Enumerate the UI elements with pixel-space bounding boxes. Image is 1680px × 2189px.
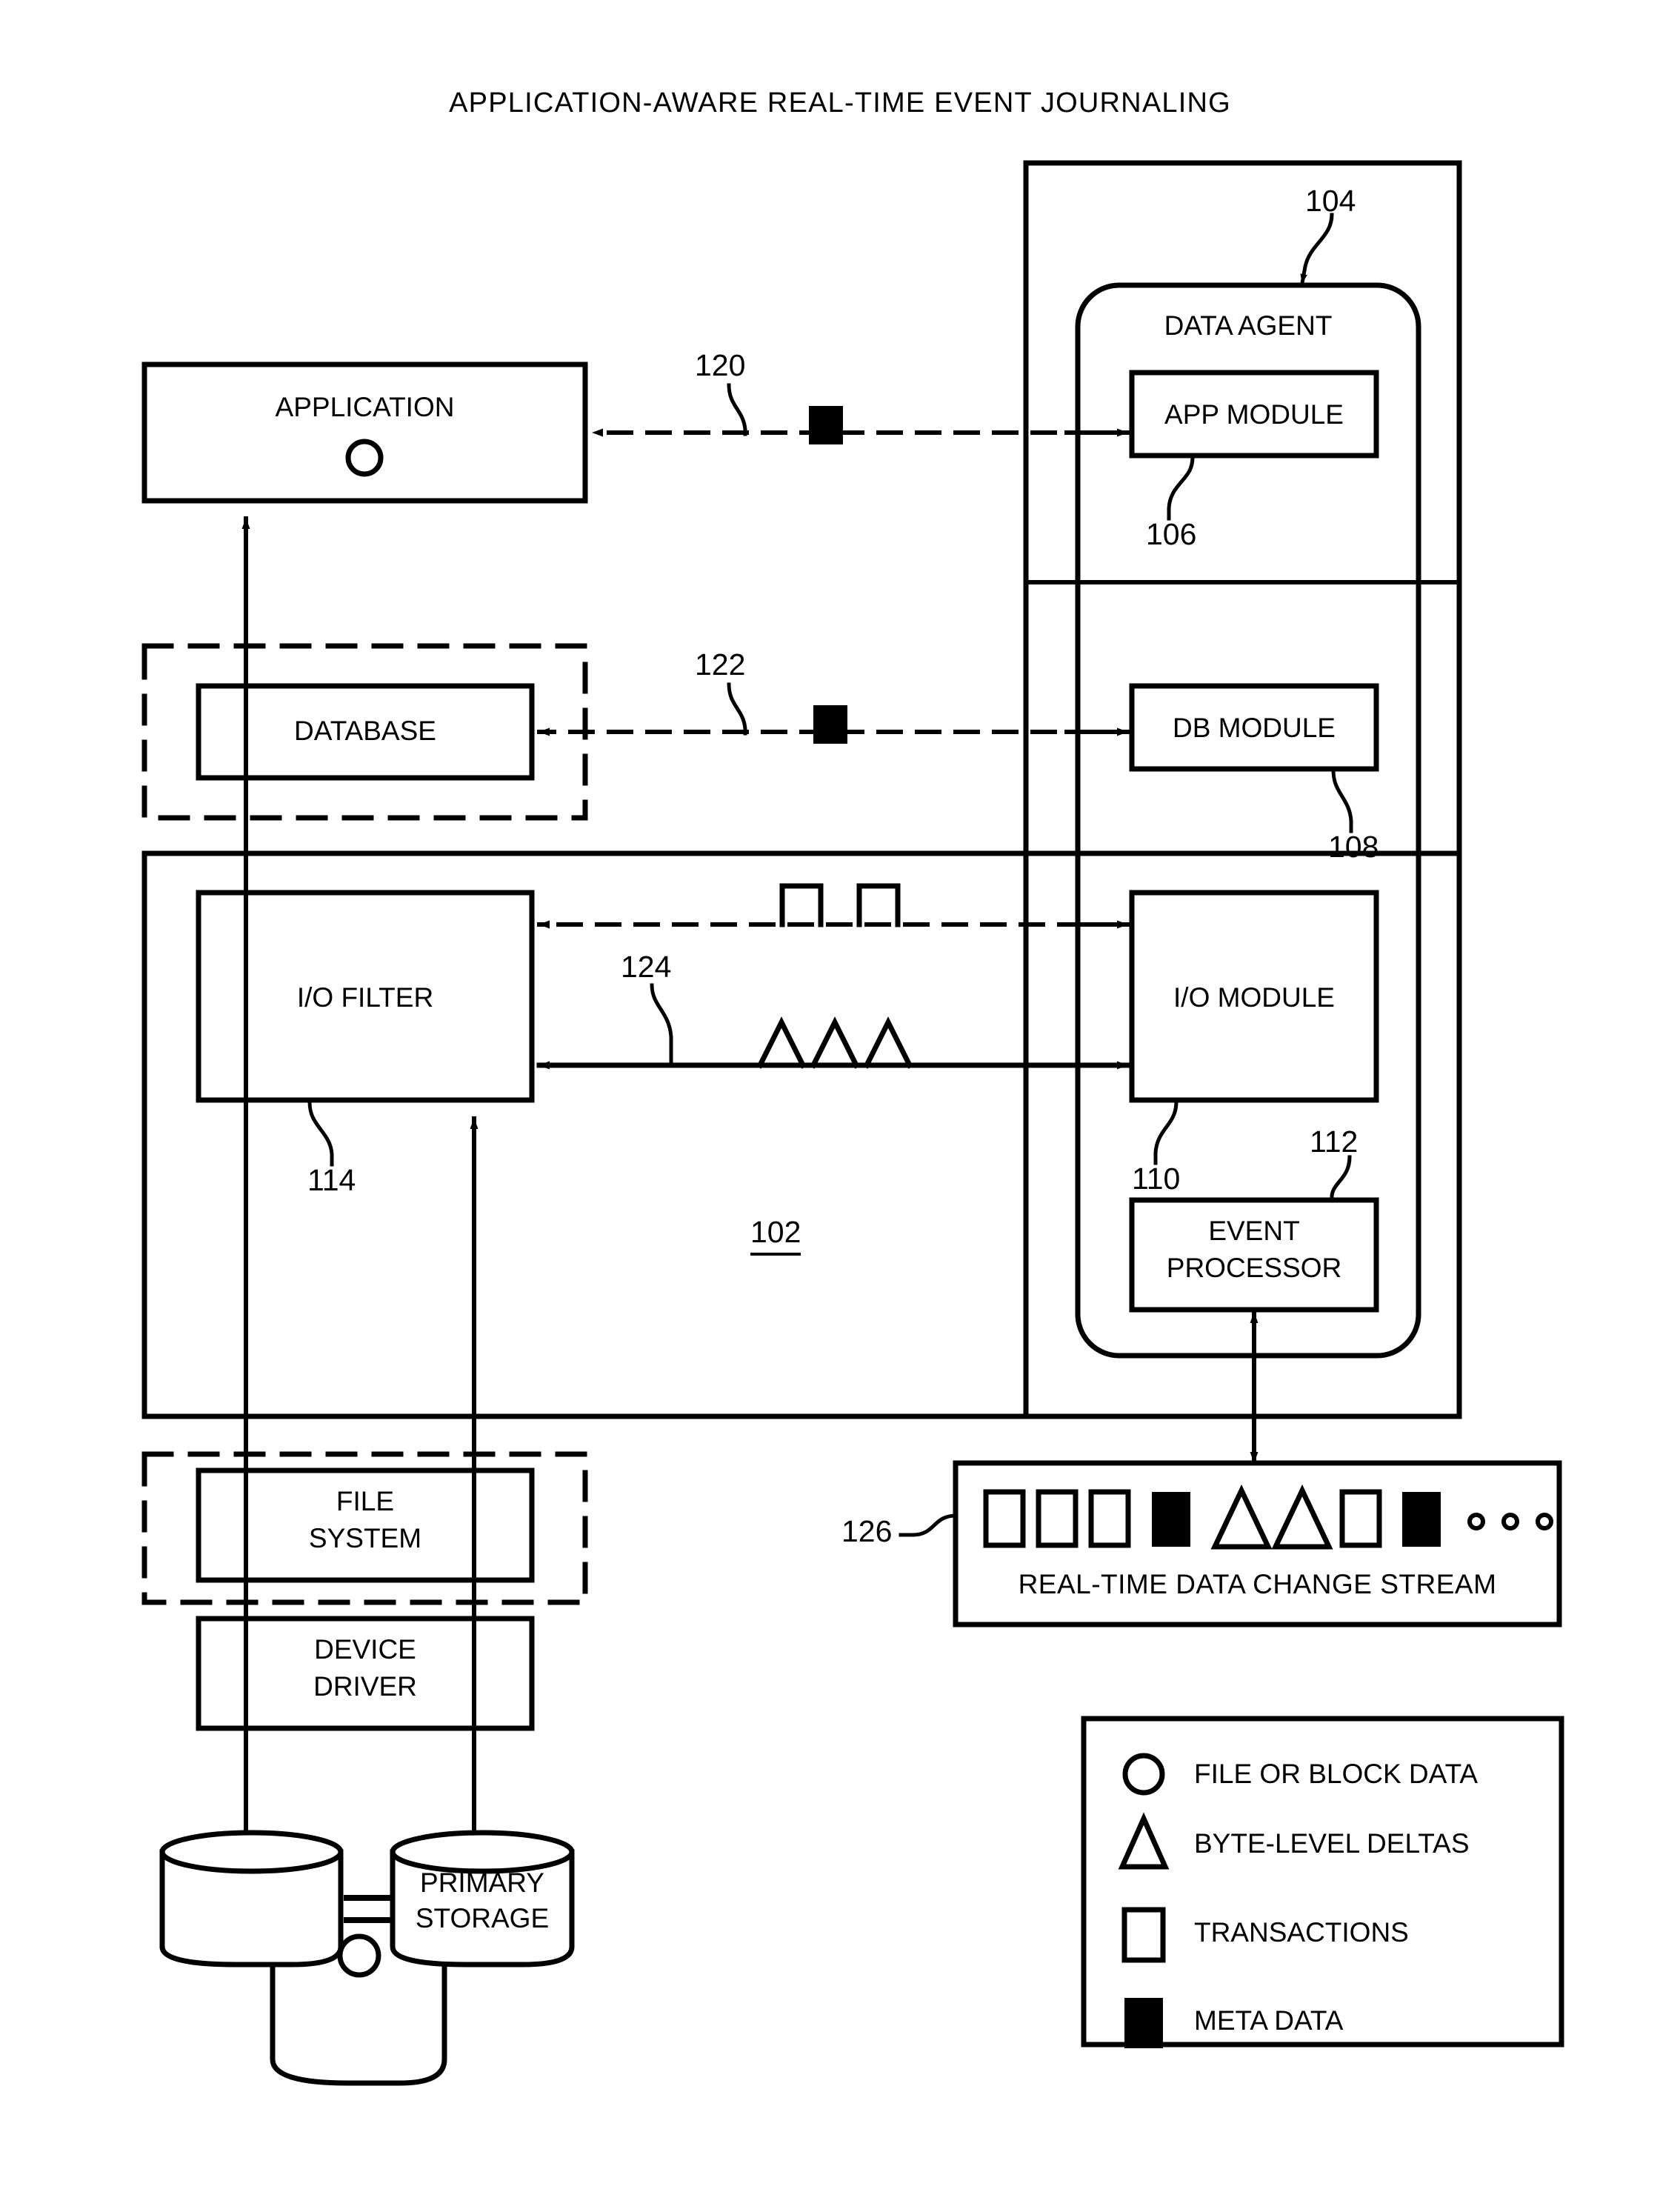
delta-triangle-2	[810, 1016, 860, 1069]
storage-cylinder-left-top	[159, 1830, 344, 1874]
database-label: DATABASE	[294, 716, 436, 746]
device-driver-label-line1: DEVICE	[314, 1634, 416, 1665]
stream-symbol-transaction-4	[1339, 1489, 1382, 1548]
stream-symbol-transaction-3	[1088, 1489, 1131, 1548]
leader-114-curve	[307, 1101, 334, 1167]
leader-120	[727, 383, 747, 436]
stream-symbol-delta-2	[1271, 1484, 1333, 1550]
legend-item-label-0: FILE OR BLOCK DATA	[1194, 1759, 1479, 1789]
ref-104: 104	[1305, 184, 1356, 218]
application-label: APPLICATION	[275, 392, 455, 422]
leader-122	[727, 682, 747, 736]
db-module-label: DB MODULE	[1173, 713, 1336, 743]
ref-112: 112	[1310, 1125, 1359, 1159]
stream-symbol-transaction-1	[983, 1489, 1026, 1548]
legend-circle-icon	[1122, 1753, 1165, 1796]
storage-cylinder-right-top	[390, 1830, 575, 1874]
event-processor-label-line2: PROCESSOR	[1166, 1253, 1342, 1283]
meta-data-marker-120	[809, 406, 843, 444]
ref-102-system: 102	[750, 1215, 801, 1256]
meta-data-marker-122	[813, 705, 847, 744]
io-filter-label: I/O FILTER	[296, 982, 434, 1013]
primary-storage-label-line2: STORAGE	[415, 1903, 550, 1933]
ref-120: 120	[695, 348, 746, 382]
file-system-label-line2: SYSTEM	[308, 1523, 422, 1553]
legend-triangle-icon	[1118, 1812, 1170, 1870]
legend-square-icon	[1121, 1907, 1166, 1963]
event-processor-label-line1: EVENT	[1208, 1216, 1300, 1246]
stream-ellipsis-dot-3	[1536, 1513, 1553, 1530]
leader-104	[1300, 213, 1334, 285]
application-circle-glyph	[345, 439, 384, 477]
primary-storage-label-line1: PRIMARY	[420, 1868, 544, 1898]
stream-label: REAL-TIME DATA CHANGE STREAM	[1018, 1569, 1497, 1599]
leader-124	[650, 983, 673, 1067]
patent-figure-canvas: APPLICATION-AWARE REAL-TIME EVENT JOURNA…	[0, 0, 1680, 2189]
figure-drawing	[141, 160, 1564, 2086]
ref-126: 126	[841, 1514, 893, 1548]
ref-108: 108	[1328, 830, 1379, 864]
stream-symbol-transaction-2	[1036, 1489, 1079, 1548]
io-module-label: I/O MODULE	[1173, 982, 1335, 1013]
delta-triangle-1	[756, 1016, 807, 1069]
application-box	[141, 361, 588, 504]
ref-110: 110	[1132, 1162, 1181, 1196]
legend-filled-square-icon	[1124, 1998, 1163, 2048]
ref-114: 114	[307, 1163, 356, 1197]
legend-item-label-1: BYTE-LEVEL DELTAS	[1194, 1828, 1470, 1859]
storage-circle-glyph	[337, 1933, 381, 1978]
leader-112	[1330, 1155, 1352, 1202]
ref-124: 124	[621, 950, 672, 984]
leader-108	[1331, 769, 1353, 833]
stream-symbol-meta-1	[1152, 1492, 1190, 1547]
app-module-label: APP MODULE	[1164, 399, 1344, 430]
transaction-pulse-1	[779, 883, 824, 927]
legend-item-label-2: TRANSACTIONS	[1194, 1917, 1409, 1948]
data-agent-label: DATA AGENT	[1164, 310, 1333, 341]
leader-110	[1153, 1100, 1179, 1165]
stream-symbol-meta-2	[1402, 1492, 1441, 1547]
legend-item-label-3: META DATA	[1194, 2005, 1344, 2036]
stream-ellipsis-dot-1	[1467, 1513, 1485, 1530]
leader-106	[1167, 456, 1195, 521]
transaction-pulse-2	[856, 883, 901, 927]
leader-126	[899, 1513, 958, 1537]
ref-106: 106	[1146, 517, 1197, 551]
device-driver-label-line2: DRIVER	[313, 1671, 417, 1702]
stream-symbol-delta-1	[1210, 1484, 1273, 1550]
delta-triangle-3	[863, 1016, 913, 1069]
stream-ellipsis-dot-2	[1501, 1513, 1519, 1530]
ref-122: 122	[695, 647, 746, 682]
file-system-label-line1: FILE	[336, 1486, 395, 1516]
